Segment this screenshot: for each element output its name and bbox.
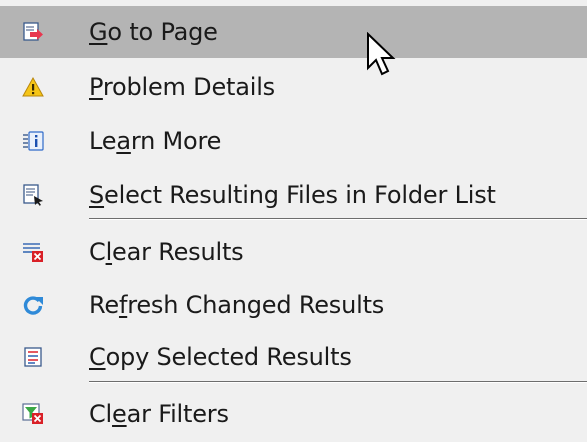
menu-item-select-resulting-files[interactable]: Select Resulting Files in Folder List	[0, 169, 587, 221]
copy-results-icon	[22, 346, 44, 368]
clear-filters-icon	[22, 403, 44, 425]
menu-separator	[89, 218, 587, 220]
menu-item-label: Clear Results	[89, 238, 244, 266]
context-menu: Go to Page Problem Details Learn More Se…	[0, 0, 587, 442]
menu-item-label: Learn More	[89, 127, 222, 155]
mouse-cursor-icon	[367, 32, 396, 76]
menu-separator	[89, 381, 587, 383]
menu-item-copy-selected-results[interactable]: Copy Selected Results	[0, 331, 587, 383]
menu-item-label: Select Resulting Files in Folder List	[89, 181, 496, 209]
go-to-page-icon	[22, 21, 44, 43]
warning-icon	[22, 76, 44, 98]
menu-item-go-to-page[interactable]: Go to Page	[0, 6, 587, 58]
select-files-icon	[22, 184, 44, 206]
menu-item-label: Clear Filters	[89, 400, 229, 428]
menu-item-problem-details[interactable]: Problem Details	[0, 61, 587, 113]
menu-item-clear-results[interactable]: Clear Results	[0, 226, 587, 278]
info-icon	[22, 130, 44, 152]
menu-item-refresh-changed-results[interactable]: Refresh Changed Results	[0, 279, 587, 331]
menu-item-label: Go to Page	[89, 18, 218, 46]
menu-item-clear-filters[interactable]: Clear Filters	[0, 388, 587, 440]
menu-item-label: Copy Selected Results	[89, 343, 352, 371]
clear-results-icon	[22, 241, 44, 263]
menu-item-label: Refresh Changed Results	[89, 291, 385, 319]
menu-item-learn-more[interactable]: Learn More	[0, 115, 587, 167]
refresh-icon	[22, 294, 44, 316]
menu-item-label: Problem Details	[89, 73, 275, 101]
